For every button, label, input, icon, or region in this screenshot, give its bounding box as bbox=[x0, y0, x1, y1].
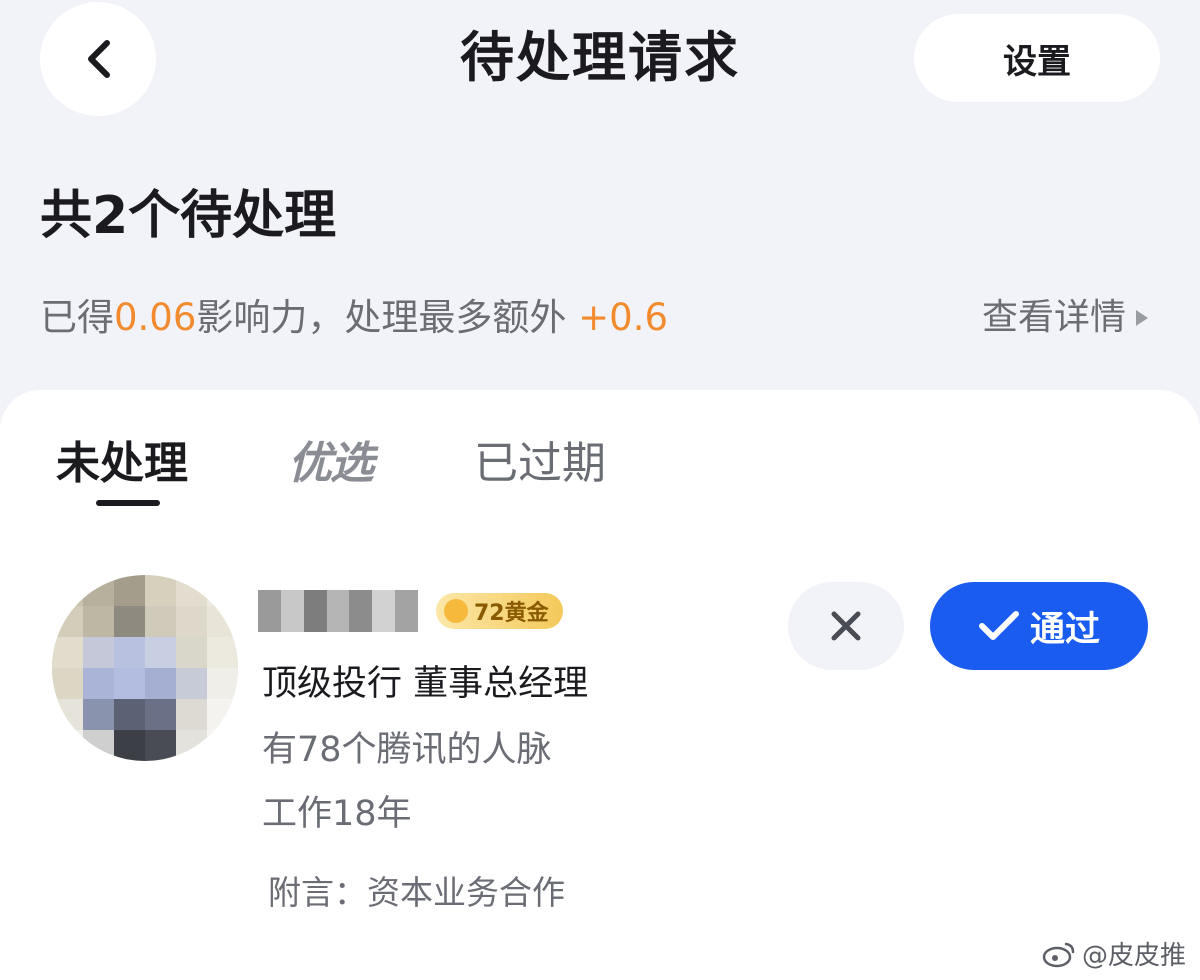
tab-featured[interactable]: 优选 bbox=[288, 436, 374, 492]
watermark-text: @皮皮推 bbox=[1081, 941, 1186, 971]
checkmark-icon bbox=[978, 611, 1019, 640]
requester-name-row: 72黄金 bbox=[258, 590, 563, 632]
influence-prefix: 已得 bbox=[40, 296, 114, 339]
weibo-icon bbox=[1042, 942, 1075, 967]
level-badge: 72黄金 bbox=[436, 593, 563, 629]
active-tab-indicator bbox=[96, 500, 160, 506]
requests-card: 未处理 优选 已过期 72黄金 顶级投行 董事总经理 有78个腾讯的人脉 工作1… bbox=[0, 390, 1200, 980]
blurred-name bbox=[258, 590, 419, 632]
pixelated-avatar-image bbox=[52, 575, 238, 761]
settings-button[interactable]: 设置 bbox=[914, 14, 1160, 102]
influence-summary: 已得0.06影响力，处理最多额外 +0.6 bbox=[40, 292, 668, 344]
contacts-count: 有78个腾讯的人脉 bbox=[262, 730, 552, 770]
avatar[interactable] bbox=[52, 575, 238, 761]
pending-count-heading: 共2个待处理 bbox=[40, 186, 337, 246]
view-details-link[interactable]: 查看详情 bbox=[982, 292, 1150, 344]
reject-button[interactable] bbox=[788, 582, 904, 670]
work-years: 工作18年 bbox=[262, 794, 412, 834]
influence-middle: 影响力，处理最多额外 bbox=[196, 296, 579, 339]
view-details-label: 查看详情 bbox=[981, 297, 1126, 338]
close-icon bbox=[831, 611, 861, 641]
approve-button[interactable]: 通过 bbox=[930, 582, 1148, 670]
influence-value: 0.06 bbox=[114, 296, 197, 339]
triangle-right-icon bbox=[1136, 310, 1148, 326]
job-title: 顶级投行 董事总经理 bbox=[262, 664, 589, 704]
tab-unprocessed[interactable]: 未处理 bbox=[56, 436, 188, 492]
watermark: @皮皮推 bbox=[1042, 935, 1186, 972]
tab-expired[interactable]: 已过期 bbox=[474, 436, 606, 492]
influence-extra: +0.6 bbox=[578, 296, 669, 339]
request-note: 附言：资本业务合作 bbox=[268, 873, 565, 912]
approve-label: 通过 bbox=[1029, 609, 1100, 650]
